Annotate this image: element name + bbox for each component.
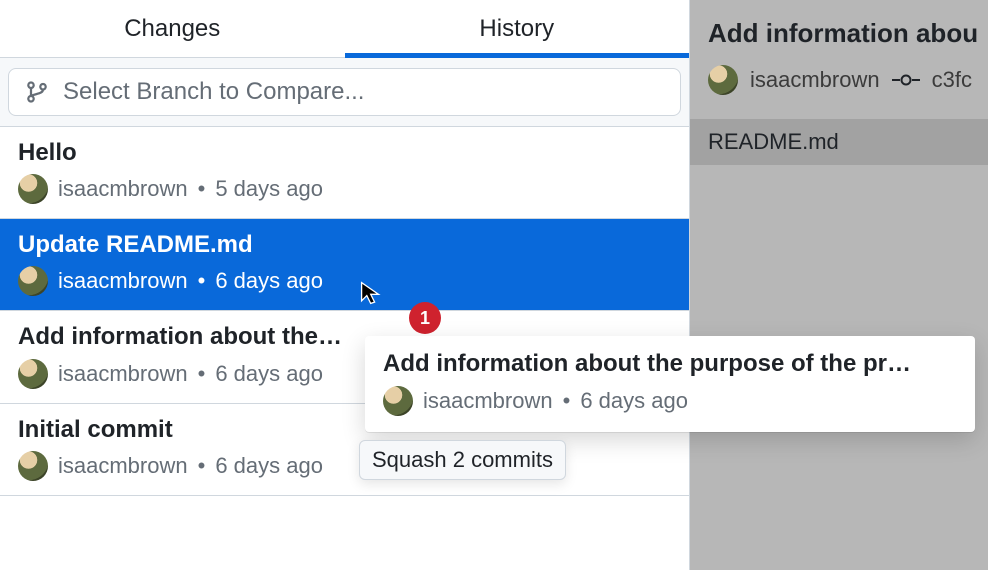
commit-time: 6 days ago <box>215 453 323 479</box>
avatar <box>383 386 413 416</box>
drag-count: 1 <box>420 308 430 329</box>
left-pane: Changes History Select Branch to Compare <box>0 0 690 570</box>
commit-time: 6 days ago <box>215 268 323 294</box>
drag-commit-time: 6 days ago <box>580 388 688 414</box>
right-pane: Add information abou isaacmbrown c3fc RE… <box>690 0 988 570</box>
drag-count-badge: 1 <box>409 302 441 334</box>
branch-compare-select[interactable]: Select Branch to Compare... <box>8 68 681 116</box>
commit-meta: isaacmbrown • 5 days ago <box>18 174 671 204</box>
commit-title: Add information about the pu <box>18 321 348 352</box>
tab-changes[interactable]: Changes <box>0 0 345 57</box>
changed-file-name: README.md <box>708 129 839 154</box>
avatar <box>18 451 48 481</box>
separator-dot: • <box>198 361 206 387</box>
git-branch-icon <box>25 80 49 104</box>
commit-sha-icon <box>892 71 920 89</box>
detail-sha: c3fc <box>932 67 972 93</box>
tab-history-label: History <box>479 15 554 43</box>
commit-meta: isaacmbrown • 6 days ago <box>18 266 671 296</box>
drag-commit-card[interactable]: Add information about the purpose of the… <box>365 336 975 432</box>
commit-title: Hello <box>18 137 658 168</box>
drag-commit-title: Add information about the purpose of the… <box>383 350 957 378</box>
commit-time: 5 days ago <box>215 176 323 202</box>
commit-author: isaacmbrown <box>58 176 188 202</box>
tab-changes-label: Changes <box>124 15 220 43</box>
branch-compare-placeholder: Select Branch to Compare... <box>63 78 364 106</box>
branch-compare-row: Select Branch to Compare... <box>0 58 689 127</box>
detail-title: Add information abou <box>708 18 988 49</box>
drag-commit-author: isaacmbrown <box>423 388 553 414</box>
commit-meta: isaacmbrown • 6 days ago <box>18 451 671 481</box>
commit-detail: Add information abou isaacmbrown c3fc RE… <box>690 0 988 165</box>
drag-commit-meta: isaacmbrown • 6 days ago <box>383 386 957 416</box>
commit-item-selected[interactable]: Update README.md isaacmbrown • 6 days ag… <box>0 219 689 311</box>
commit-author: isaacmbrown <box>58 361 188 387</box>
commit-author: isaacmbrown <box>58 268 188 294</box>
commit-item[interactable]: Hello isaacmbrown • 5 days ago <box>0 127 689 219</box>
separator-dot: • <box>198 453 206 479</box>
avatar <box>18 266 48 296</box>
avatar <box>18 359 48 389</box>
commit-author: isaacmbrown <box>58 453 188 479</box>
separator-dot: • <box>563 388 571 414</box>
changed-file-row[interactable]: README.md <box>690 119 988 165</box>
app-root: Changes History Select Branch to Compare <box>0 0 988 570</box>
commit-title: Update README.md <box>18 229 658 260</box>
avatar <box>18 174 48 204</box>
detail-author: isaacmbrown <box>750 67 880 93</box>
squash-tooltip: Squash 2 commits <box>359 440 566 480</box>
tab-history[interactable]: History <box>345 0 690 57</box>
separator-dot: • <box>198 268 206 294</box>
separator-dot: • <box>198 176 206 202</box>
avatar <box>708 65 738 95</box>
squash-tooltip-text: Squash 2 commits <box>372 447 553 472</box>
tabs: Changes History <box>0 0 689 58</box>
cursor-icon <box>359 280 385 306</box>
commit-time: 6 days ago <box>215 361 323 387</box>
detail-meta: isaacmbrown c3fc <box>708 65 988 95</box>
